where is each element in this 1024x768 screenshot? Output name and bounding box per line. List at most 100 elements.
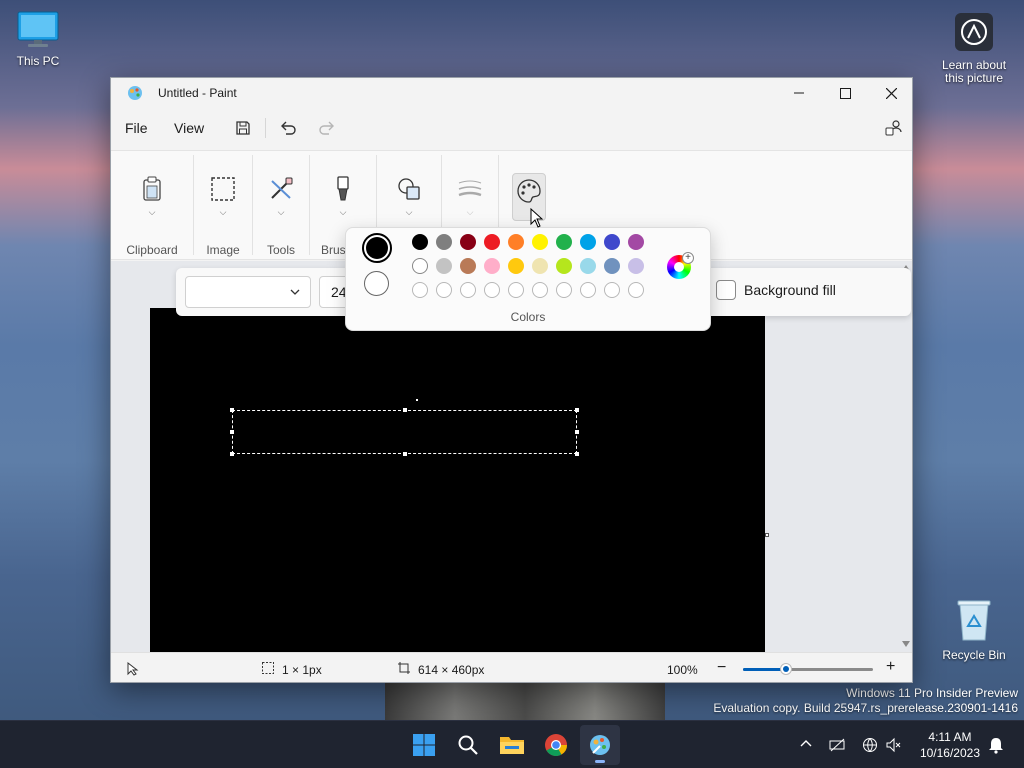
- folder-icon: [500, 737, 524, 754]
- canvas-size: 614 × 460px: [418, 663, 485, 677]
- custom-color-slot[interactable]: [532, 282, 548, 298]
- resize-handle[interactable]: [403, 408, 407, 412]
- color-swatch[interactable]: [484, 258, 500, 274]
- battery-icon[interactable]: [829, 737, 847, 753]
- undo-icon[interactable]: [279, 119, 297, 137]
- desktop-icon-learn-about-picture[interactable]: Learn about this picture: [936, 12, 1012, 85]
- background-fill-checkbox[interactable]: Background fill: [716, 280, 836, 300]
- resize-handle[interactable]: [230, 452, 234, 456]
- color-swatch[interactable]: [508, 258, 524, 274]
- menu-file[interactable]: File: [125, 120, 148, 136]
- desktop-icon-recycle-bin[interactable]: Recycle Bin: [936, 598, 1012, 662]
- custom-color-slot[interactable]: [556, 282, 572, 298]
- custom-color-slot[interactable]: [460, 282, 476, 298]
- zoom-slider-track[interactable]: [743, 663, 873, 675]
- color-swatch[interactable]: [580, 234, 596, 250]
- drawing-canvas[interactable]: [150, 308, 765, 652]
- notification-bell-icon[interactable]: [988, 736, 1004, 754]
- color-swatch[interactable]: [412, 234, 428, 250]
- group-label: Tools: [266, 243, 295, 257]
- resize-handle[interactable]: [575, 408, 579, 412]
- resize-handle[interactable]: [230, 408, 234, 412]
- custom-color-slot[interactable]: [628, 282, 644, 298]
- chevron-down-icon: ⌵: [148, 207, 156, 217]
- close-button[interactable]: [868, 78, 912, 108]
- palette-icon: [517, 179, 541, 203]
- canvas-resize-handle[interactable]: [765, 533, 769, 537]
- group-tools[interactable]: ⌵ Tools: [253, 151, 309, 261]
- primary-color-swatch[interactable]: [362, 233, 392, 263]
- clock[interactable]: 4:11 AM 10/16/2023: [920, 729, 980, 761]
- status-bar: 1 × 1px 614 × 460px 100% − +: [111, 652, 912, 682]
- color-swatch[interactable]: [436, 258, 452, 274]
- scroll-down-icon[interactable]: [902, 641, 910, 647]
- resize-handle[interactable]: [230, 430, 234, 434]
- color-swatch[interactable]: [484, 234, 500, 250]
- zoom-slider-thumb[interactable]: [779, 663, 792, 675]
- secondary-color-swatch[interactable]: [364, 271, 389, 296]
- custom-color-slot[interactable]: [436, 282, 452, 298]
- chevron-down-icon: ⌵: [466, 207, 474, 217]
- resize-handle[interactable]: [403, 452, 407, 456]
- clipboard-icon: [143, 176, 161, 201]
- chrome-button[interactable]: [536, 725, 576, 765]
- color-swatch[interactable]: [604, 258, 620, 274]
- color-swatch[interactable]: [412, 258, 428, 274]
- custom-color-button[interactable]: +: [667, 252, 694, 279]
- select-icon: [211, 177, 235, 201]
- minimize-button[interactable]: [776, 78, 822, 108]
- custom-color-slot[interactable]: [412, 282, 428, 298]
- file-explorer-button[interactable]: [492, 725, 532, 765]
- color-swatch[interactable]: [532, 258, 548, 274]
- color-swatch[interactable]: [556, 234, 572, 250]
- save-icon[interactable]: [235, 120, 251, 136]
- custom-color-slot[interactable]: [484, 282, 500, 298]
- network-icon[interactable]: [862, 737, 878, 753]
- search-button[interactable]: [448, 725, 488, 765]
- paint-window: Untitled - Paint File View ⌵ Clipboard ⌵…: [110, 77, 913, 683]
- color-swatch[interactable]: [460, 234, 476, 250]
- zoom-out-button[interactable]: −: [717, 659, 726, 677]
- font-family-select[interactable]: [185, 276, 311, 308]
- color-swatch[interactable]: [436, 234, 452, 250]
- color-swatch[interactable]: [604, 234, 620, 250]
- color-swatch[interactable]: [460, 258, 476, 274]
- custom-color-slot[interactable]: [604, 282, 620, 298]
- zoom-level[interactable]: 100%: [667, 663, 698, 677]
- color-swatch[interactable]: [556, 258, 572, 274]
- group-image[interactable]: ⌵ Image: [194, 151, 252, 261]
- clock-date: 10/16/2023: [919, 746, 980, 760]
- menu-view[interactable]: View: [174, 120, 204, 136]
- colors-flyout: + Colors: [345, 227, 711, 331]
- chevron-up-icon[interactable]: [800, 739, 812, 747]
- color-swatch[interactable]: [628, 258, 644, 274]
- account-settings-icon[interactable]: [885, 119, 903, 137]
- menu-bar: File View: [111, 108, 912, 148]
- zoom-in-button[interactable]: +: [886, 658, 895, 676]
- desktop-icon-this-pc[interactable]: This PC: [0, 10, 76, 68]
- minimize-icon: [794, 92, 804, 94]
- paint-app-icon: [590, 735, 610, 755]
- custom-color-slot[interactable]: [580, 282, 596, 298]
- monitor-icon: [17, 11, 59, 47]
- paint-taskbar-button[interactable]: [580, 725, 620, 765]
- start-button[interactable]: [404, 725, 444, 765]
- maximize-button[interactable]: [822, 78, 868, 108]
- window-title: Untitled - Paint: [158, 86, 237, 100]
- color-swatch[interactable]: [580, 258, 596, 274]
- custom-color-slot[interactable]: [508, 282, 524, 298]
- redo-icon[interactable]: [318, 119, 336, 137]
- canvas-dot: [416, 399, 418, 401]
- color-swatch[interactable]: [628, 234, 644, 250]
- group-clipboard[interactable]: ⌵ Clipboard: [111, 151, 193, 261]
- color-swatch[interactable]: [508, 234, 524, 250]
- resize-handle[interactable]: [575, 452, 579, 456]
- checkbox-box[interactable]: [716, 280, 736, 300]
- color-swatch[interactable]: [532, 234, 548, 250]
- title-bar[interactable]: Untitled - Paint: [111, 78, 912, 108]
- vertical-scrollbar[interactable]: [900, 261, 912, 652]
- group-label: Image: [206, 243, 240, 257]
- volume-muted-icon[interactable]: [885, 737, 903, 753]
- resize-handle[interactable]: [575, 430, 579, 434]
- text-selection-box[interactable]: [230, 408, 579, 456]
